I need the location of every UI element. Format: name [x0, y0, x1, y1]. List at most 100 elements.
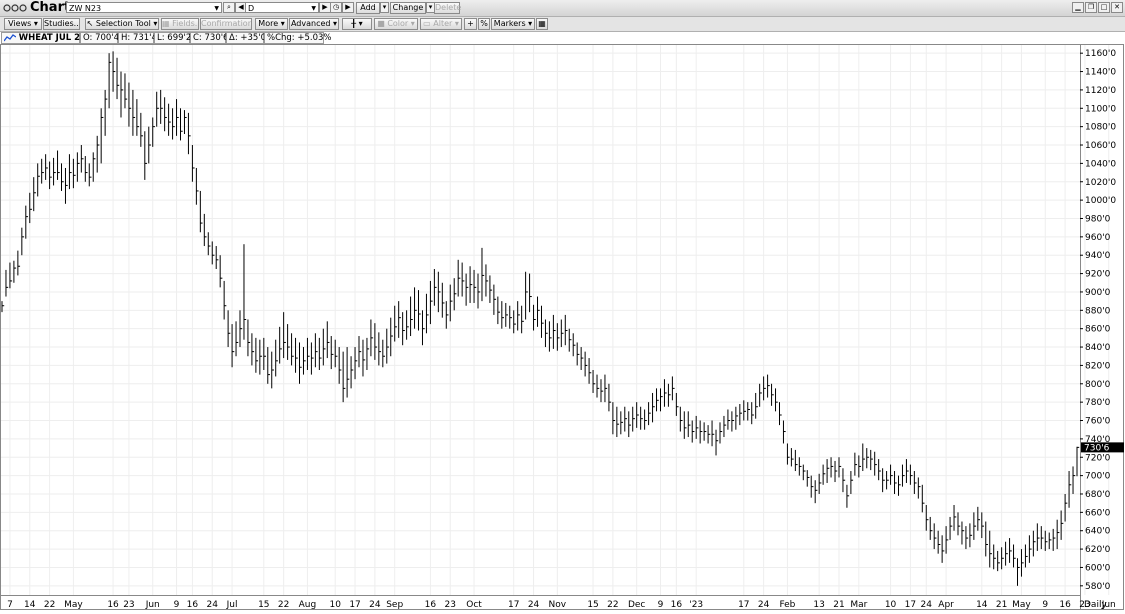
price-chart[interactable]: 580'0 600'0 620'0 640'0 660'0 680'0 700'0 720'0… [0, 44, 1125, 614]
x-tick-label: 14 [24, 600, 36, 610]
ohlc-bar [838, 457, 842, 478]
ohlc-bar [104, 89, 108, 136]
add-button[interactable]: Add [356, 2, 380, 14]
ohlc-bar [806, 470, 810, 487]
ohlc-bar [160, 89, 163, 124]
y-tick-label: 620'0 [1085, 545, 1111, 555]
calendar-button[interactable]: ▦ [536, 18, 548, 30]
x-tick-label: 24 [207, 600, 219, 610]
x-tick-label: '23 [689, 600, 703, 610]
alter-menu-button[interactable]: ▭ Alter ▾ [420, 18, 462, 30]
studies-button[interactable]: Studies... [43, 18, 80, 30]
symbol-input[interactable]: ZW N23 ▼ [66, 2, 222, 13]
ohlc-bar [775, 388, 778, 412]
y-tick-label: 780'0 [1085, 398, 1111, 408]
price-chart-svg[interactable]: 580'0 600'0 620'0 640'0 660'0 680'0 700'0 720'0… [0, 44, 1125, 611]
ohlc-bar [993, 544, 996, 570]
ohlc-bar [969, 523, 973, 548]
ohlc-bar [1052, 528, 1056, 551]
ohlc-bar [473, 269, 477, 303]
ohlc-bar [917, 477, 921, 499]
ohlc-bar [410, 296, 413, 337]
ohlc-bar [1009, 538, 1012, 563]
restore-button[interactable]: ❐ [1085, 2, 1097, 13]
x-tick-label: Oct [466, 600, 482, 610]
add-menu-button[interactable]: ▾ [380, 2, 389, 13]
x-tick-label: 13 [813, 600, 824, 610]
advanced-menu-button[interactable]: Advanced ▾ [289, 18, 339, 30]
selection-tool-button[interactable]: ↖ Selection Tool ▾ [85, 18, 159, 30]
play-icon: ▶ [345, 3, 351, 11]
ohlc-bar [362, 339, 366, 377]
ohlc-bar [180, 108, 183, 141]
close-button[interactable]: ✕ [1111, 2, 1123, 13]
ohlc-bar [890, 464, 893, 485]
play-button[interactable]: ▶ [342, 2, 354, 13]
ohlc-bar [826, 459, 830, 483]
maximize-button[interactable]: □ [1098, 2, 1110, 13]
ohlc-bar [37, 163, 40, 197]
ohlc-bar [425, 293, 429, 334]
crosshair-button[interactable]: + [464, 18, 477, 30]
ohlc-bar [1036, 523, 1040, 551]
ohlc-bar [394, 305, 397, 342]
interval-input[interactable]: D ▼ [245, 2, 319, 13]
ohlc-bar [699, 420, 703, 444]
percent-button[interactable]: % [478, 18, 490, 30]
ohlc-bar [997, 550, 1000, 572]
arrow-left-icon: ◀ [238, 3, 244, 11]
ohlc-bar [291, 333, 294, 366]
ohlc-bar [295, 337, 298, 373]
ohlc-bars [1, 51, 1080, 586]
clock-button[interactable]: ◷ [330, 2, 342, 13]
y-tick-label: 1020'0 [1085, 178, 1116, 188]
ohlc-bar [453, 278, 457, 311]
ohlc-bar [933, 523, 937, 550]
ohlc-bar [747, 402, 750, 421]
ohlc-bar [457, 259, 461, 297]
ohlc-bar [314, 333, 318, 368]
ohlc-bar [529, 273, 532, 313]
ohlc-bar [279, 326, 282, 364]
y-tick-label: 940'0 [1085, 251, 1111, 261]
ohlc-bar [834, 460, 838, 483]
y-tick-label: 680'0 [1085, 490, 1111, 500]
ohlc-bar [719, 422, 723, 444]
more-menu-button[interactable]: More ▾ [255, 18, 288, 30]
x-tick-label: 9 [658, 600, 664, 610]
change-button[interactable]: Change [390, 2, 426, 14]
ohlc-bar [414, 287, 417, 329]
color-menu-button[interactable]: ■ Color ▾ [374, 18, 418, 30]
ohlc-bar [802, 464, 806, 481]
bar-style-menu-button[interactable]: ╂ ▾ [342, 18, 372, 30]
x-tick-label: 24 [758, 600, 770, 610]
minimize-button[interactable]: ▁ [1072, 2, 1084, 13]
ohlc-bar [112, 51, 116, 92]
ohlc-bar [358, 336, 362, 368]
ohlc-bar [588, 358, 592, 384]
ohlc-bar [421, 310, 425, 346]
ohlc-bar [560, 319, 564, 348]
ohlc-bar [1013, 544, 1016, 568]
ohlc-bar [57, 150, 60, 180]
ohlc-bar [584, 351, 588, 377]
y-tick-label: 700'0 [1085, 472, 1111, 482]
confirmation-button[interactable]: Confirmation [200, 18, 252, 30]
views-menu-button[interactable]: Views ▾ [4, 18, 42, 30]
ohlc-bar [382, 339, 386, 368]
ohlc-bar [632, 406, 635, 432]
fields-button[interactable]: ▦ Fields... [161, 18, 199, 30]
ohlc-bar [275, 339, 278, 377]
y-tick-label: 1040'0 [1085, 159, 1116, 169]
ohlc-bar [61, 163, 64, 191]
ohlc-bar [132, 89, 136, 136]
ohlc-bar [41, 158, 44, 184]
ohlc-bar [743, 400, 746, 421]
low-value: L: 699'2 [154, 32, 191, 44]
ohlc-bar [763, 376, 766, 401]
ohlc-bar [1044, 530, 1048, 551]
search-button[interactable]: ⌕ [223, 2, 235, 13]
x-tick-label: 10 [329, 600, 341, 610]
markers-menu-button[interactable]: Markers ▾ [491, 18, 535, 30]
delete-button[interactable]: Delete [434, 2, 461, 14]
